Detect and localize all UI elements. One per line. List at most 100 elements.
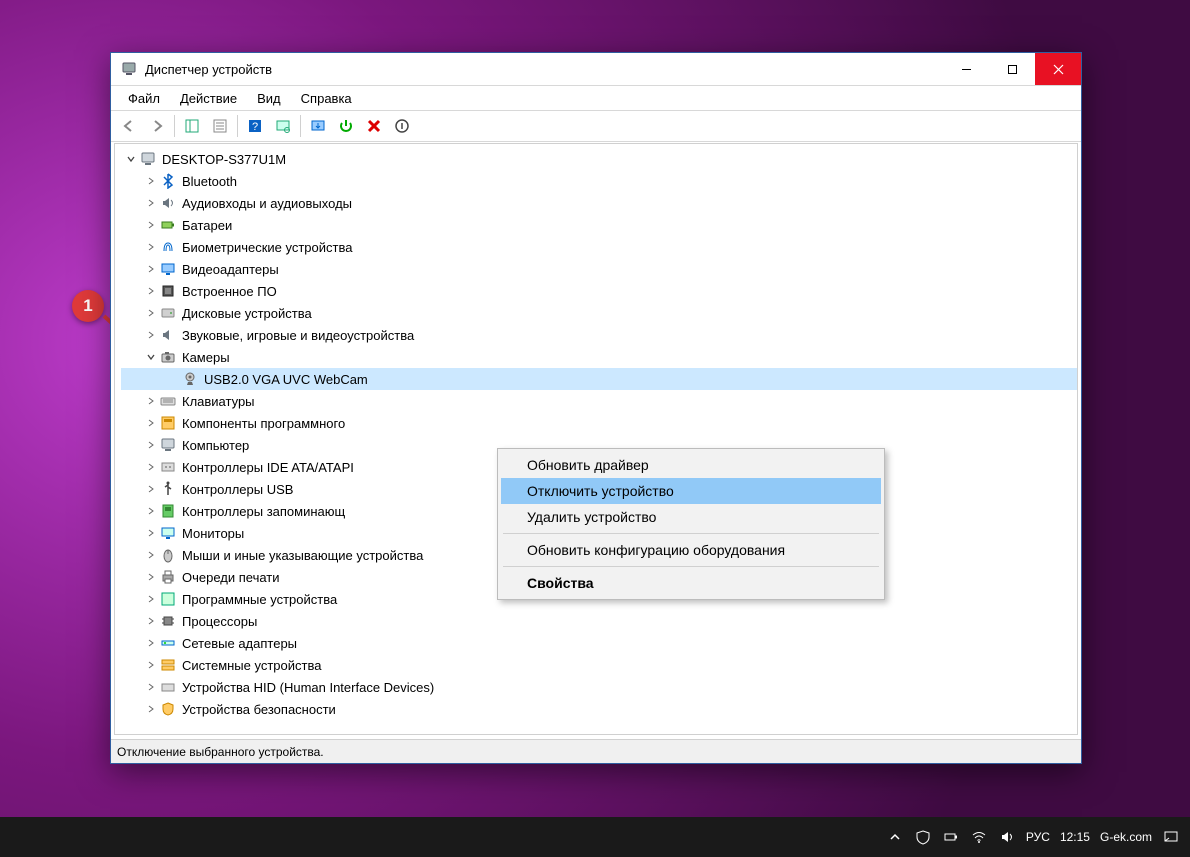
mouse-icon [159, 546, 177, 564]
chevron-right-icon[interactable] [143, 478, 159, 500]
tree-root[interactable]: DESKTOP-S377U1M [121, 148, 1077, 170]
chevron-down-icon[interactable] [143, 346, 159, 368]
usb-icon [159, 480, 177, 498]
statusbar-text: Отключение выбранного устройства. [117, 745, 324, 759]
tree-item-label: Встроенное ПО [182, 281, 277, 302]
taskbar: РУС 12:15 G-ek.com [0, 817, 1190, 857]
tree-item-label: Устройства HID (Human Interface Devices) [182, 677, 434, 698]
chevron-right-icon[interactable] [143, 500, 159, 522]
menu-action[interactable]: Действие [171, 89, 246, 108]
tree-item[interactable]: Батареи [121, 214, 1077, 236]
tree-item-label: Устройства безопасности [182, 699, 336, 720]
tree-item-label: Аудиовходы и аудиовыходы [182, 193, 352, 214]
tree-item[interactable]: Устройства HID (Human Interface Devices) [121, 676, 1077, 698]
system-icon [159, 656, 177, 674]
chevron-right-icon[interactable] [143, 324, 159, 346]
minimize-button[interactable] [943, 53, 989, 85]
ctx-uninstall-device[interactable]: Удалить устройство [501, 504, 881, 530]
menu-file[interactable]: Файл [119, 89, 169, 108]
chevron-right-icon[interactable] [143, 170, 159, 192]
chevron-right-icon[interactable] [143, 214, 159, 236]
tb-disable-button[interactable] [389, 113, 415, 139]
tree-item[interactable]: Аудиовходы и аудиовыходы [121, 192, 1077, 214]
chevron-right-icon[interactable] [143, 280, 159, 302]
tree-item-label: Процессоры [182, 611, 257, 632]
tray-security-icon[interactable] [914, 828, 932, 846]
chevron-right-icon[interactable] [143, 434, 159, 456]
tree-item-label: Мониторы [182, 523, 244, 544]
close-button[interactable] [1035, 53, 1081, 85]
tree-item[interactable]: Видеоадаптеры [121, 258, 1077, 280]
tray-battery-icon[interactable] [942, 828, 960, 846]
tree-item[interactable]: Сетевые адаптеры [121, 632, 1077, 654]
tray-notifications-icon[interactable] [1162, 828, 1180, 846]
chevron-right-icon[interactable] [143, 302, 159, 324]
tree-item[interactable]: Процессоры [121, 610, 1077, 632]
tree-item-label: Сетевые адаптеры [182, 633, 297, 654]
tree-item-label: Контроллеры IDE ATA/ATAPI [182, 457, 354, 478]
tray-time[interactable]: 12:15 [1060, 830, 1090, 844]
window-title: Диспетчер устройств [145, 62, 943, 77]
chevron-right-icon[interactable] [143, 654, 159, 676]
tree-item[interactable]: Устройства безопасности [121, 698, 1077, 720]
tree-item[interactable]: USB2.0 VGA UVC WebCam [121, 368, 1077, 390]
tree-item-label: Bluetooth [182, 171, 237, 192]
display-icon [159, 260, 177, 278]
tray-source: G-ek.com [1100, 830, 1152, 844]
tree-item[interactable]: Встроенное ПО [121, 280, 1077, 302]
biometric-icon [159, 238, 177, 256]
chevron-right-icon[interactable] [143, 544, 159, 566]
audio-icon [159, 194, 177, 212]
chevron-right-icon[interactable] [143, 676, 159, 698]
chevron-right-icon[interactable] [143, 412, 159, 434]
ctx-update-driver[interactable]: Обновить драйвер [501, 452, 881, 478]
tb-scan-button[interactable] [270, 113, 296, 139]
tree-item[interactable]: Звуковые, игровые и видеоустройства [121, 324, 1077, 346]
tb-help-button[interactable]: ? [242, 113, 268, 139]
chevron-right-icon[interactable] [143, 258, 159, 280]
chevron-right-icon[interactable] [143, 192, 159, 214]
ctx-scan-hardware[interactable]: Обновить конфигурацию оборудования [501, 537, 881, 563]
tree-item[interactable]: Компоненты программного [121, 412, 1077, 434]
toolbar: ? [111, 111, 1081, 142]
tb-update-button[interactable] [305, 113, 331, 139]
tb-properties-button[interactable] [207, 113, 233, 139]
statusbar: Отключение выбранного устройства. [111, 739, 1081, 763]
tree-item[interactable]: Биометрические устройства [121, 236, 1077, 258]
tb-forward-button[interactable] [144, 113, 170, 139]
chevron-right-icon[interactable] [143, 698, 159, 720]
hid-icon [159, 678, 177, 696]
tree-item[interactable]: Дисковые устройства [121, 302, 1077, 324]
chevron-right-icon[interactable] [143, 456, 159, 478]
tree-item[interactable]: Bluetooth [121, 170, 1077, 192]
tree-item[interactable]: Клавиатуры [121, 390, 1077, 412]
chevron-right-icon[interactable] [143, 236, 159, 258]
menu-help[interactable]: Справка [292, 89, 361, 108]
menu-view[interactable]: Вид [248, 89, 290, 108]
tree-item-label: Камеры [182, 347, 230, 368]
tray-language[interactable]: РУС [1026, 830, 1050, 844]
chevron-right-icon[interactable] [143, 632, 159, 654]
ctx-properties[interactable]: Свойства [501, 570, 881, 596]
chevron-right-icon[interactable] [143, 522, 159, 544]
tb-show-hide-button[interactable] [179, 113, 205, 139]
tree-item-label: Видеоадаптеры [182, 259, 279, 280]
maximize-button[interactable] [989, 53, 1035, 85]
tree-item[interactable]: Камеры [121, 346, 1077, 368]
chevron-down-icon[interactable] [123, 148, 139, 170]
tray-volume-icon[interactable] [998, 828, 1016, 846]
chevron-right-icon[interactable] [143, 390, 159, 412]
tb-uninstall-button[interactable] [361, 113, 387, 139]
tb-enable-button[interactable] [333, 113, 359, 139]
tree-item[interactable]: Системные устройства [121, 654, 1077, 676]
tray-chevron-up-icon[interactable] [886, 828, 904, 846]
tray-wifi-icon[interactable] [970, 828, 988, 846]
tree-item-label: Компоненты программного [182, 413, 345, 434]
chevron-right-icon[interactable] [143, 588, 159, 610]
ctx-disable-device[interactable]: Отключить устройство [501, 478, 881, 504]
tb-back-button[interactable] [116, 113, 142, 139]
annotation-marker-1: 1 [72, 290, 104, 322]
chevron-right-icon[interactable] [143, 566, 159, 588]
chevron-right-icon[interactable] [143, 610, 159, 632]
device-tree[interactable]: DESKTOP-S377U1M Bluetooth Аудиовходы и а… [114, 143, 1078, 735]
